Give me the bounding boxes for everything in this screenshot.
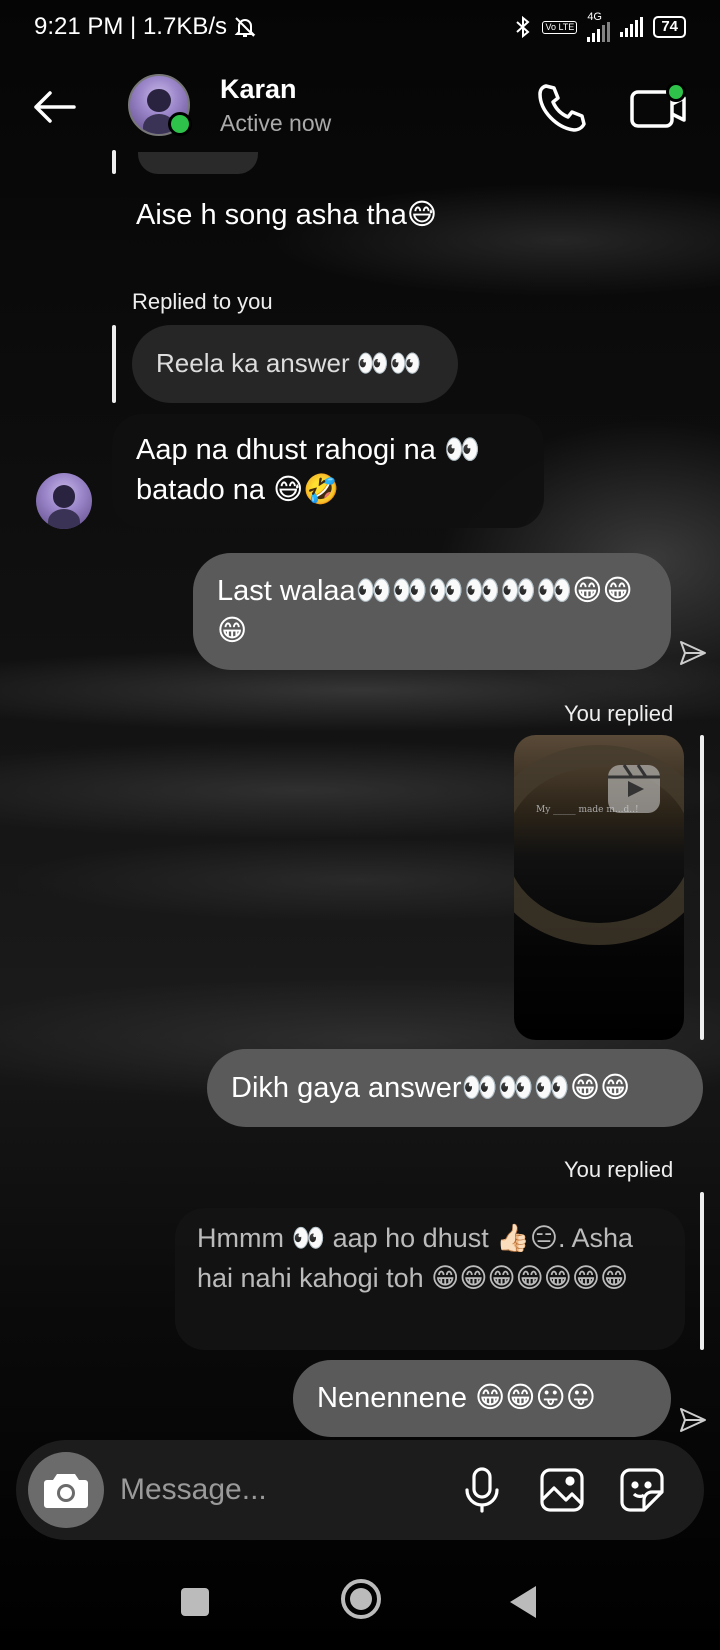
- microphone-icon[interactable]: [458, 1466, 506, 1514]
- online-indicator: [168, 112, 192, 136]
- contact-status: Active now: [220, 110, 332, 136]
- reply-label: Replied to you: [132, 289, 273, 314]
- contact-name[interactable]: Karan: [220, 74, 297, 105]
- bell-muted-icon: [234, 17, 256, 37]
- home-icon[interactable]: [340, 1578, 382, 1620]
- network-type: 4G: [587, 11, 602, 23]
- signal-icon-2: [620, 17, 644, 37]
- previous-bubble-fragment: [138, 152, 258, 174]
- video-call-button[interactable]: [628, 80, 688, 136]
- sender-avatar[interactable]: [36, 473, 92, 529]
- quoted-text: Reela ka answer 👀👀: [156, 348, 422, 378]
- message-text: Aise h song asha tha😅: [136, 199, 438, 231]
- camera-button[interactable]: [28, 1452, 104, 1528]
- message-sent[interactable]: Dikh gaya answer👀👀👀😁😁: [207, 1049, 703, 1127]
- chat-header: Karan Active now: [0, 60, 720, 156]
- reply-label: You replied: [564, 701, 674, 726]
- arrow-left-icon[interactable]: [30, 82, 80, 132]
- status-time: 9:21 PM | 1.7KB/s: [34, 13, 227, 40]
- message-text: Aap na dhust rahogi na 👀 batado na 😅🤣: [136, 434, 481, 506]
- message-composer: [16, 1440, 704, 1540]
- camera-icon: [44, 1474, 88, 1508]
- reels-play-icon: [608, 764, 660, 813]
- reply-bar: [700, 1192, 704, 1350]
- android-nav-bar: [0, 1575, 720, 1635]
- phone-icon[interactable]: [532, 80, 588, 136]
- reply-bar: [112, 325, 116, 403]
- sticker-icon[interactable]: [618, 1466, 666, 1514]
- video-active-dot: [666, 82, 686, 102]
- bluetooth-icon: [516, 15, 530, 39]
- message-sent[interactable]: Last walaa👀👀👀👀👀👀😁😁😁: [193, 553, 671, 670]
- reel-preview[interactable]: My _____ made m...d..!: [514, 735, 684, 1040]
- reply-bar: [700, 735, 704, 1040]
- message-text: Dikh gaya answer👀👀👀😁😁: [231, 1072, 631, 1104]
- message-received[interactable]: Aap na dhust rahogi na 👀 batado na 😅🤣: [112, 414, 544, 528]
- reply-label: You replied: [564, 1157, 674, 1182]
- quoted-text: Hmmm 👀 aap ho dhust 👍🏻😑. Asha hai nahi k…: [197, 1223, 634, 1293]
- message-sent[interactable]: Nenennene 😁😁😛😛: [293, 1360, 671, 1437]
- message-received[interactable]: Aise h song asha tha😅: [112, 181, 461, 249]
- message-input[interactable]: [120, 1464, 440, 1516]
- signal-icon: [587, 22, 611, 42]
- battery-icon: 74: [653, 16, 686, 38]
- image-icon[interactable]: [538, 1466, 586, 1514]
- paper-plane-icon: [680, 1408, 706, 1432]
- volte-badge: Vo LTE: [542, 20, 578, 34]
- recents-icon[interactable]: [180, 1585, 210, 1619]
- quoted-message[interactable]: Hmmm 👀 aap ho dhust 👍🏻😑. Asha hai nahi k…: [175, 1208, 685, 1350]
- paper-plane-icon: [680, 641, 706, 665]
- back-nav-icon[interactable]: [508, 1585, 538, 1619]
- message-text: Nenennene 😁😁😛😛: [317, 1382, 596, 1414]
- quoted-message[interactable]: Reela ka answer 👀👀: [132, 325, 458, 403]
- message-text: Last walaa👀👀👀👀👀👀😁😁😁: [217, 575, 633, 647]
- status-bar: 9:21 PM | 1.7KB/s Vo LTE 4G 74: [0, 0, 720, 54]
- reply-bar: [112, 150, 116, 174]
